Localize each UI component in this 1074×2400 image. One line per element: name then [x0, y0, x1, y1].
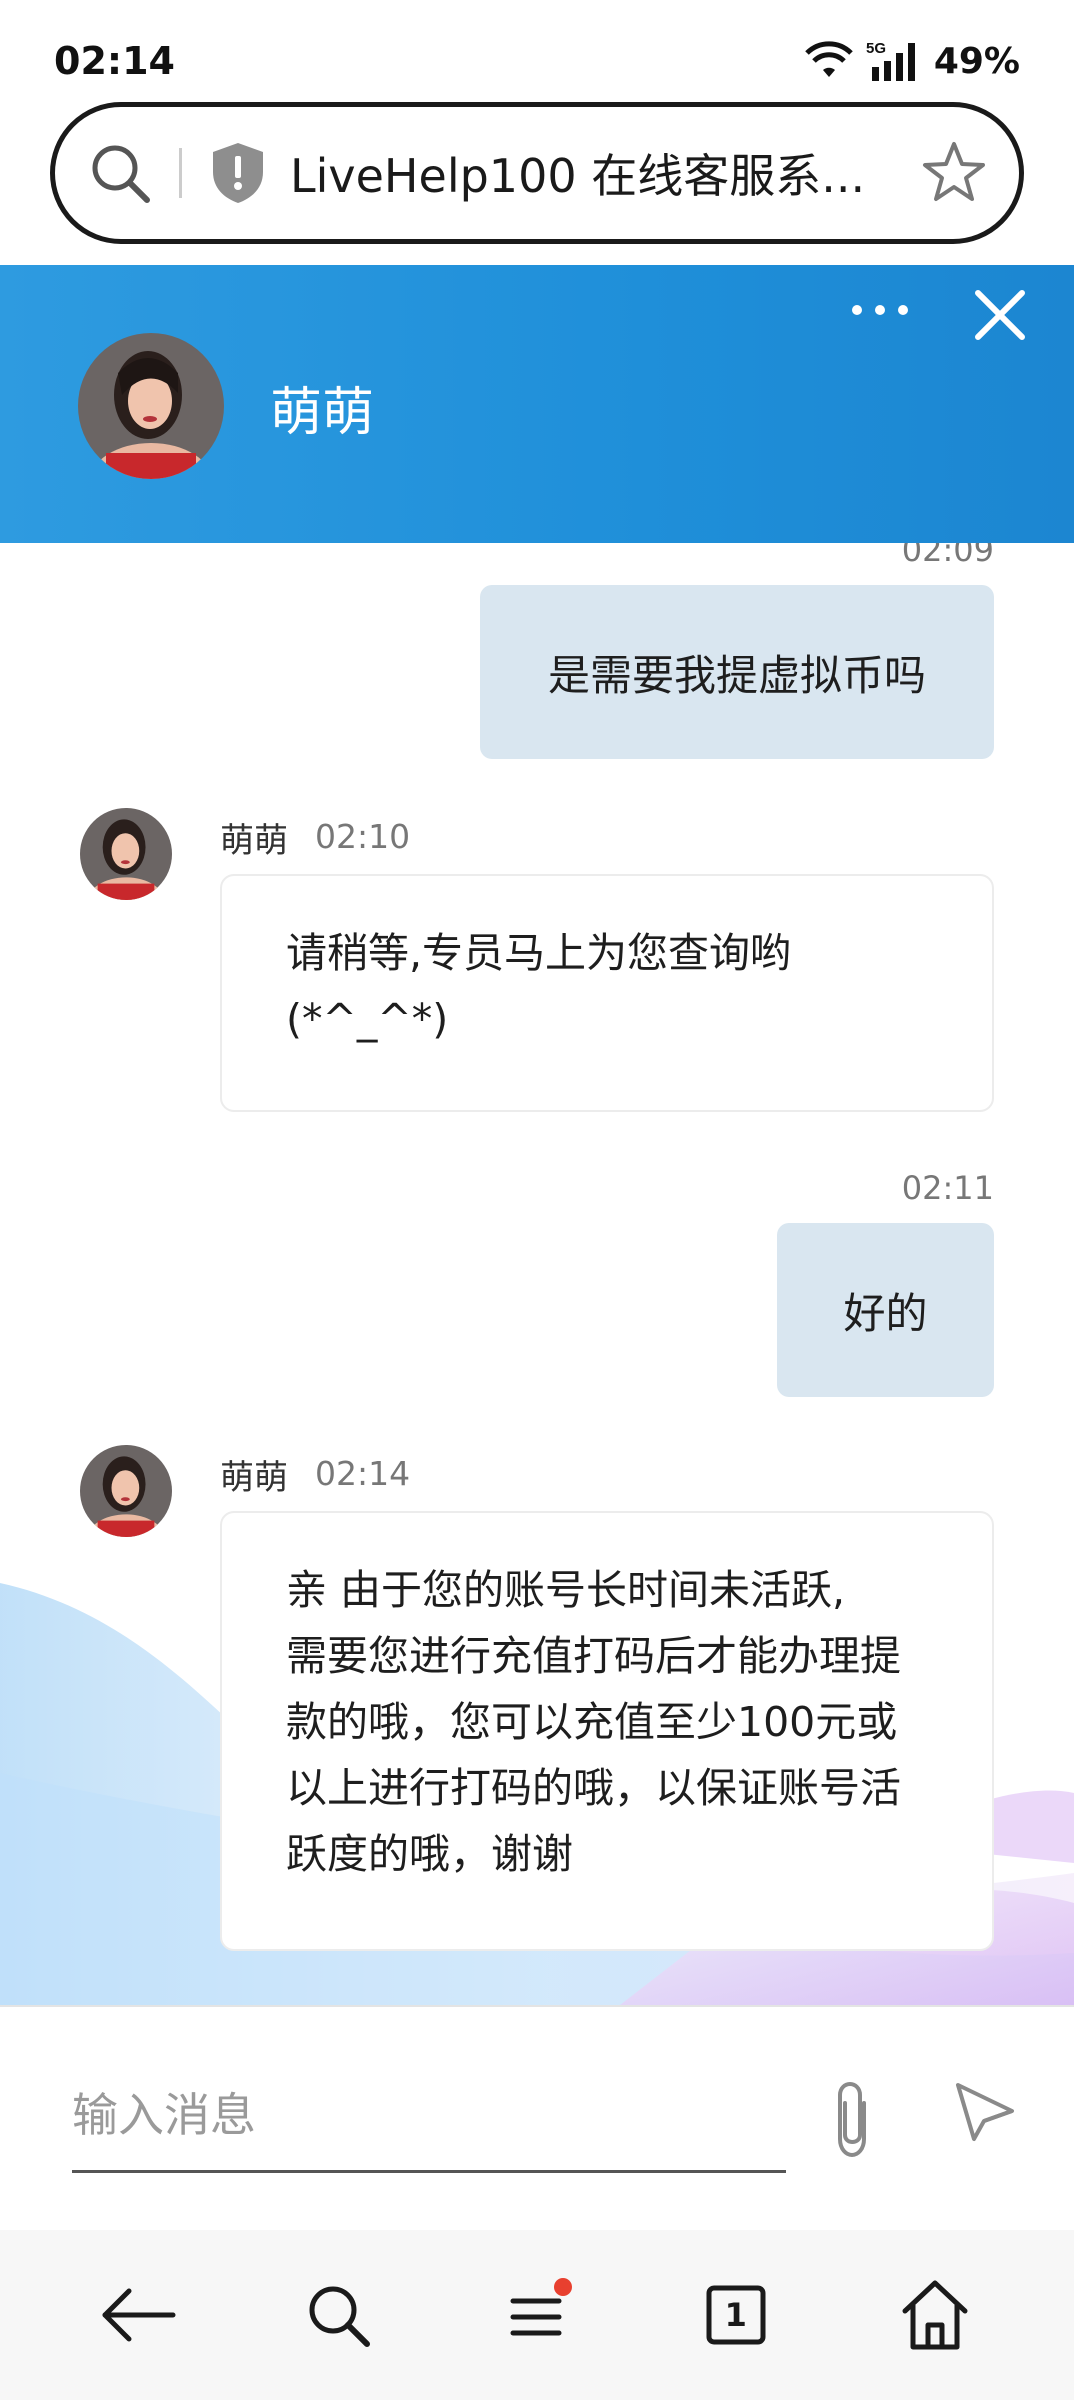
message-bubble-incoming[interactable]: 亲 由于您的账号长时间未活跃, 需要您进行充值打码后才能办理提 款的哦，您可以充… [220, 1511, 994, 1951]
message-sender: 萌萌 [220, 821, 288, 861]
message-sender: 萌萌 [220, 1458, 288, 1498]
shield-icon[interactable] [208, 140, 268, 206]
more-icon[interactable] [845, 290, 915, 330]
tab-count: 1 [724, 2296, 747, 2334]
message-line: 亲 由于您的账号长时间未活跃, [286, 1566, 846, 1614]
wifi-icon [805, 41, 853, 77]
browser-bottom-nav: 1 [0, 2230, 1074, 2400]
message-line: (*^_^*) [286, 995, 449, 1043]
message-line: 款的哦，您可以充值至少100元或 [286, 1698, 898, 1746]
status-time: 02:14 [54, 39, 175, 83]
message-timestamp: 02:11 [901, 1169, 994, 1207]
url-bar[interactable]: LiveHelp100 在线客服系... [50, 102, 1024, 244]
notification-dot [553, 2278, 572, 2296]
message-composer [0, 2005, 1074, 2230]
search-button[interactable] [278, 2255, 398, 2375]
message-list[interactable]: 02:09 是需要我提虚拟币吗 萌萌 02:10 请稍等,专员马上为您查询哟 (… [0, 543, 1074, 2005]
message-timestamp: 02:10 [315, 817, 411, 856]
message-timestamp: 02:09 [901, 543, 994, 569]
message-bubble-incoming[interactable]: 请稍等,专员马上为您查询哟 (*^_^*) [220, 874, 994, 1112]
menu-button[interactable] [477, 2255, 597, 2375]
message-bubble-outgoing[interactable]: 是需要我提虚拟币吗 [480, 585, 994, 759]
message-line: 跃度的哦，谢谢 [286, 1830, 573, 1878]
status-bar: 02:14 5G 49% [0, 0, 1074, 100]
network-type: 5G [866, 40, 886, 57]
back-button[interactable] [79, 2255, 199, 2375]
search-icon [309, 2286, 371, 2347]
tabs-button[interactable]: 1 [676, 2255, 796, 2375]
message-text: 是需要我提虚拟币吗 [547, 650, 926, 700]
message-bubble-outgoing[interactable]: 好的 [777, 1223, 994, 1397]
url-divider [179, 148, 182, 198]
message-text: 好的 [843, 1288, 928, 1338]
agent-avatar[interactable] [78, 333, 224, 479]
signal-icon: 5G [866, 40, 915, 81]
home-button[interactable] [875, 2255, 995, 2375]
page-title[interactable]: LiveHelp100 在线客服系... [290, 140, 899, 206]
search-icon[interactable] [85, 138, 155, 208]
back-icon [102, 2288, 176, 2342]
message-timestamp: 02:14 [315, 1454, 411, 1493]
status-icons: 5G 49% [804, 39, 1020, 83]
message-line: 以上进行打码的哦，以保证账号活 [286, 1764, 901, 1812]
message-line: 请稍等,专员马上为您查询哟 [286, 929, 792, 977]
send-icon[interactable] [950, 2077, 1020, 2147]
bookmark-star-icon[interactable] [919, 138, 989, 208]
attach-icon[interactable] [820, 2077, 884, 2161]
menu-icon [510, 2278, 572, 2336]
message-line: 需要您进行充值打码后才能办理提 [286, 1632, 901, 1680]
close-icon[interactable] [970, 285, 1030, 345]
agent-name: 萌萌 [270, 383, 375, 443]
agent-avatar-small[interactable] [80, 1445, 172, 1537]
message-input[interactable] [72, 2059, 786, 2173]
agent-avatar-small[interactable] [80, 808, 172, 900]
home-icon [902, 2280, 968, 2350]
battery-level: 49% [933, 40, 1020, 82]
